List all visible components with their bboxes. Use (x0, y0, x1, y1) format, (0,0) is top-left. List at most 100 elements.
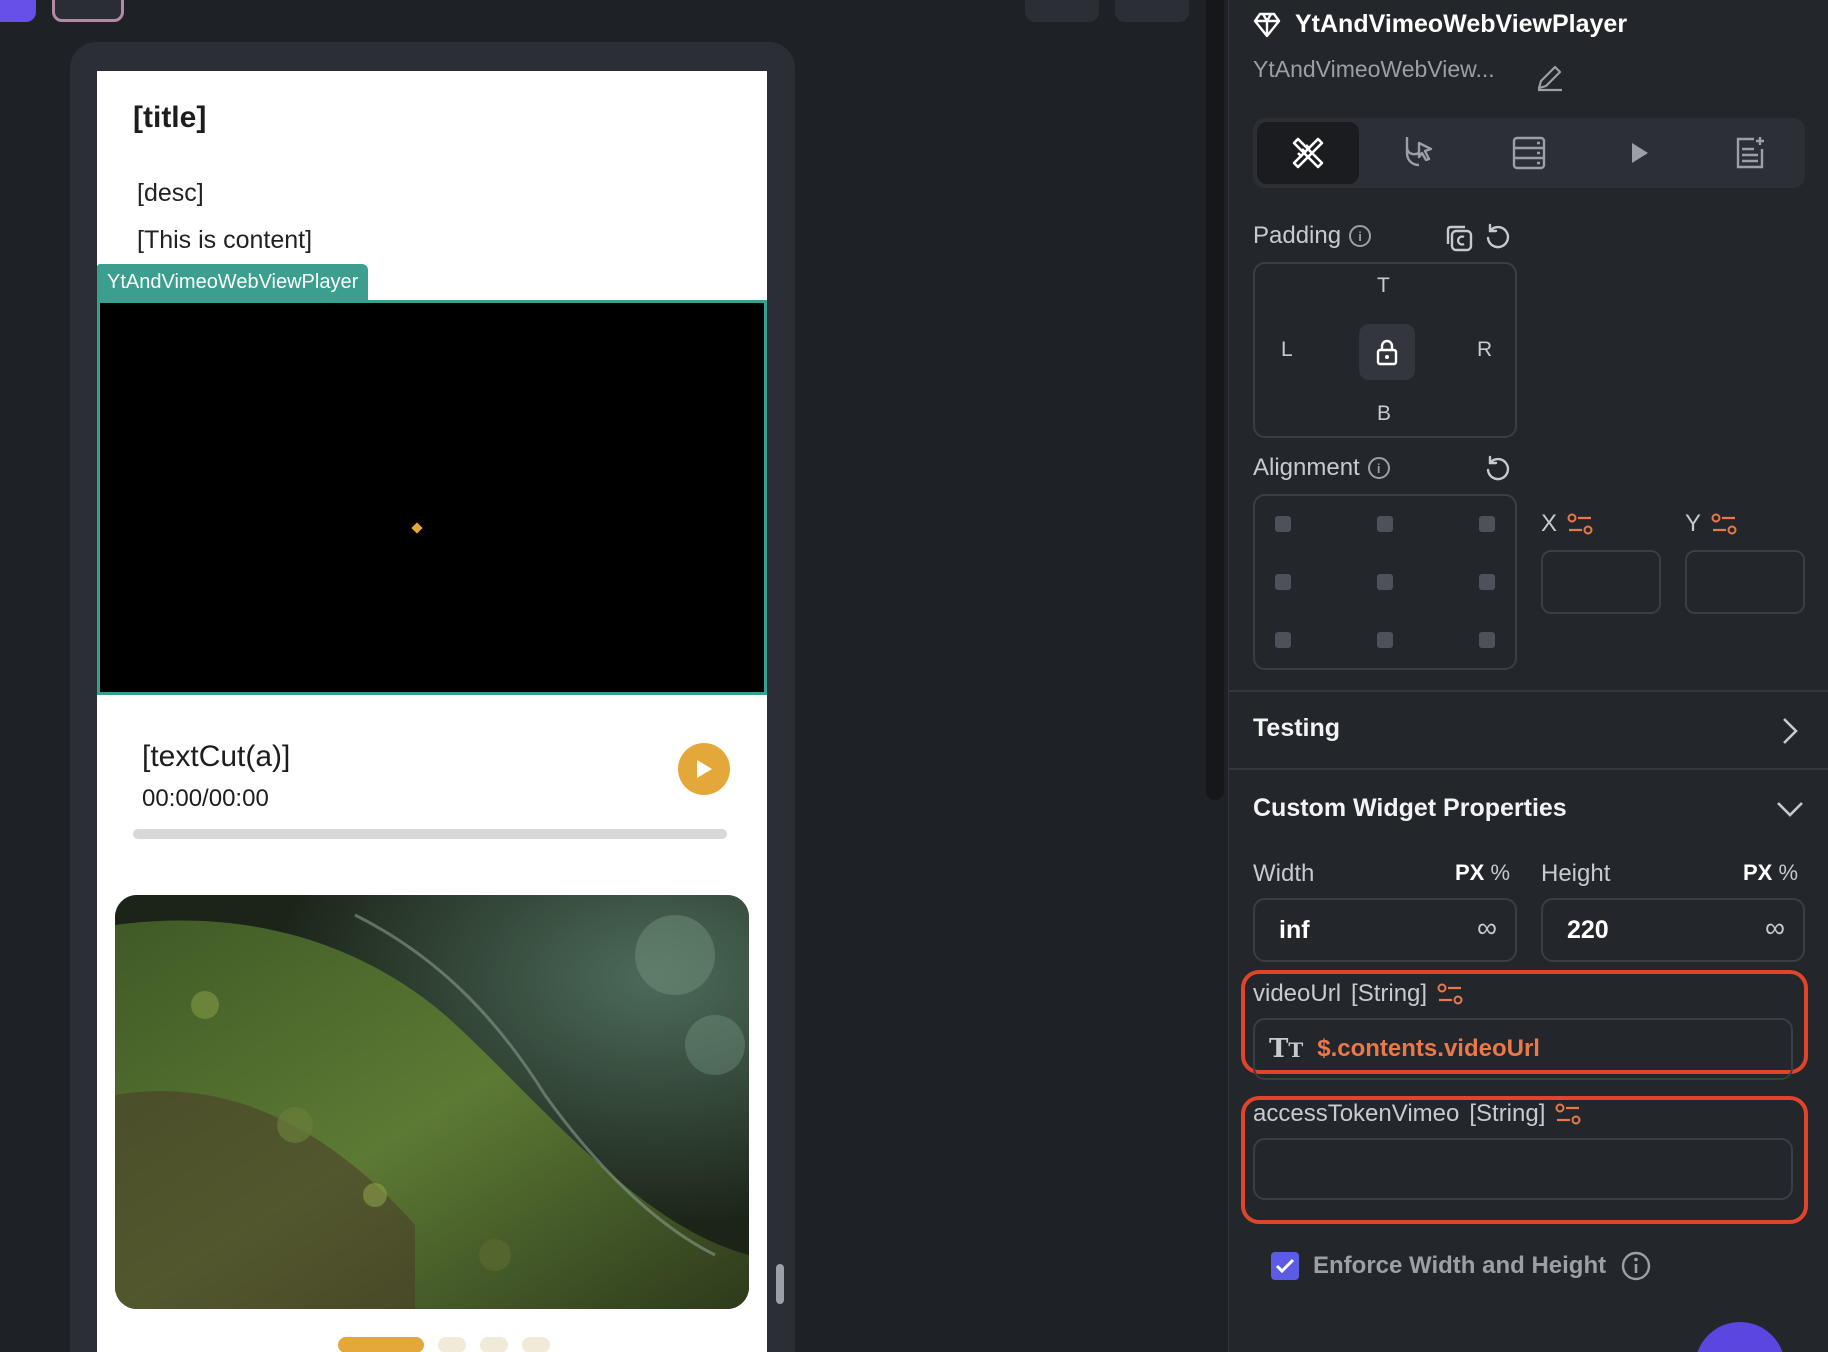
padding-label: Padding (1253, 222, 1342, 249)
chevron-right-icon (1783, 718, 1798, 744)
alignment-label-row: Alignment i (1253, 454, 1390, 482)
height-label: Height (1541, 860, 1611, 887)
padding-top[interactable]: T (1377, 274, 1390, 298)
align-bottom-left[interactable] (1275, 632, 1291, 648)
width-unit-px[interactable]: PX (1455, 860, 1484, 885)
tab-actions[interactable] (1367, 122, 1469, 184)
align-center[interactable] (1377, 574, 1393, 590)
alignment-y-input[interactable] (1685, 550, 1805, 614)
tab-properties[interactable] (1257, 122, 1360, 184)
alignment-label: Alignment (1253, 454, 1360, 481)
carousel-image[interactable] (115, 895, 749, 1309)
enforce-width-height-row: Enforce Width and Height (1271, 1250, 1652, 1282)
actions-icon (1405, 137, 1432, 167)
track-time: 00:00/00:00 (142, 785, 269, 812)
height-input[interactable]: 220 ∞ (1541, 898, 1805, 962)
track-name: [textCut(a)] (142, 740, 291, 773)
video-url-label-row: videoUrl [String] (1253, 980, 1463, 1008)
testing-label: Testing (1253, 714, 1341, 742)
width-unit-toggle[interactable]: PX % (1455, 860, 1510, 886)
height-unit-toggle[interactable]: PX % (1743, 860, 1798, 886)
video-url-label: videoUrl (1253, 980, 1342, 1007)
lock-padding-button[interactable] (1359, 324, 1415, 380)
y-label: Y (1685, 510, 1702, 537)
lock-icon (1376, 339, 1398, 366)
video-url-value: $.contents.videoUrl (1317, 1035, 1540, 1062)
canvas-scrollbar[interactable] (1206, 0, 1224, 800)
align-bottom-center[interactable] (1377, 632, 1393, 648)
copy-padding-button[interactable] (1443, 222, 1475, 259)
screen-content: [This is content] (137, 226, 313, 254)
align-center-right[interactable] (1479, 574, 1495, 590)
progress-track[interactable] (133, 829, 727, 839)
width-infinity-button[interactable]: ∞ (1477, 912, 1497, 944)
height-unit-px[interactable]: PX (1743, 860, 1772, 885)
audio-player-card: [textCut(a)] 00:00/00:00 (97, 695, 767, 870)
tab-run[interactable] (1588, 122, 1690, 184)
variable-icon[interactable] (1567, 512, 1593, 536)
access-token-label-row: accessTokenVimeo [String] (1253, 1100, 1581, 1128)
info-icon[interactable]: i (1367, 457, 1390, 479)
info-icon[interactable]: i (1349, 225, 1372, 247)
alignment-grid[interactable] (1253, 494, 1517, 670)
x-label-row: X (1541, 510, 1593, 538)
preview-scrollbar[interactable] (776, 1264, 784, 1304)
align-top-right[interactable] (1479, 516, 1495, 532)
custom-widget-properties-section[interactable]: Custom Widget Properties (1229, 768, 1828, 848)
video-player-widget[interactable] (97, 300, 767, 695)
align-bottom-right[interactable] (1479, 632, 1495, 648)
toolbar-chart-button[interactable] (1025, 0, 1099, 22)
carousel-dot[interactable] (438, 1337, 466, 1352)
widget-header: YtAndVimeoWebViewPlayer (1253, 10, 1627, 39)
carousel-dot[interactable] (522, 1337, 550, 1352)
access-token-input[interactable] (1253, 1138, 1793, 1200)
toolbar-edit-button[interactable] (52, 0, 124, 22)
carousel-dot[interactable] (338, 1337, 424, 1352)
enforce-width-height-checkbox[interactable] (1271, 1252, 1299, 1280)
testing-section[interactable]: Testing (1229, 690, 1828, 768)
alignment-x-input[interactable] (1541, 550, 1661, 614)
access-token-type: [String] (1469, 1100, 1546, 1127)
y-label-row: Y (1685, 510, 1737, 538)
screen-title: [title] (133, 101, 207, 134)
padding-right[interactable]: R (1477, 338, 1492, 362)
padding-editor[interactable]: T L R B (1253, 262, 1517, 438)
help-chat-button[interactable] (1695, 1322, 1785, 1352)
align-top-center[interactable] (1377, 516, 1393, 532)
properties-icon (1292, 137, 1324, 169)
tab-backend-query[interactable] (1478, 122, 1580, 184)
toolbar-primary-button[interactable] (0, 0, 36, 22)
check-icon (1275, 1258, 1295, 1274)
align-center-left[interactable] (1275, 574, 1291, 590)
video-url-type: [String] (1351, 980, 1428, 1007)
width-input[interactable]: inf ∞ (1253, 898, 1517, 962)
padding-bottom[interactable]: B (1377, 402, 1391, 426)
height-unit-percent[interactable]: % (1778, 860, 1798, 885)
play-button[interactable] (678, 743, 730, 795)
video-url-input[interactable]: TT $.contents.videoUrl (1253, 1018, 1793, 1080)
info-icon[interactable] (1620, 1250, 1652, 1282)
height-value: 220 (1567, 916, 1609, 944)
align-top-left[interactable] (1275, 516, 1291, 532)
variable-icon[interactable] (1555, 1102, 1581, 1126)
copy-icon (1446, 225, 1473, 252)
tab-documentation[interactable] (1699, 122, 1801, 184)
reset-alignment-button[interactable] (1483, 454, 1513, 489)
height-infinity-button[interactable]: ∞ (1765, 912, 1785, 944)
carousel-dot[interactable] (480, 1337, 508, 1352)
width-value: inf (1279, 916, 1310, 944)
toolbar-tree-button[interactable] (1115, 0, 1189, 22)
carousel-indicator[interactable] (338, 1337, 550, 1352)
padding-left[interactable]: L (1281, 338, 1293, 362)
rename-button[interactable] (1535, 62, 1565, 97)
selected-widget-tag[interactable]: YtAndVimeoWebViewPlayer (97, 264, 369, 300)
variable-icon[interactable] (1437, 982, 1463, 1006)
padding-label-row: Padding i (1253, 222, 1372, 250)
play-icon (697, 760, 712, 778)
moss-tree-photo (115, 895, 749, 1309)
variable-icon[interactable] (1711, 512, 1737, 536)
reset-padding-button[interactable] (1483, 222, 1513, 257)
width-unit-percent[interactable]: % (1490, 860, 1510, 885)
chevron-down-icon (1777, 802, 1803, 817)
enforce-width-height-label: Enforce Width and Height (1313, 1252, 1607, 1279)
